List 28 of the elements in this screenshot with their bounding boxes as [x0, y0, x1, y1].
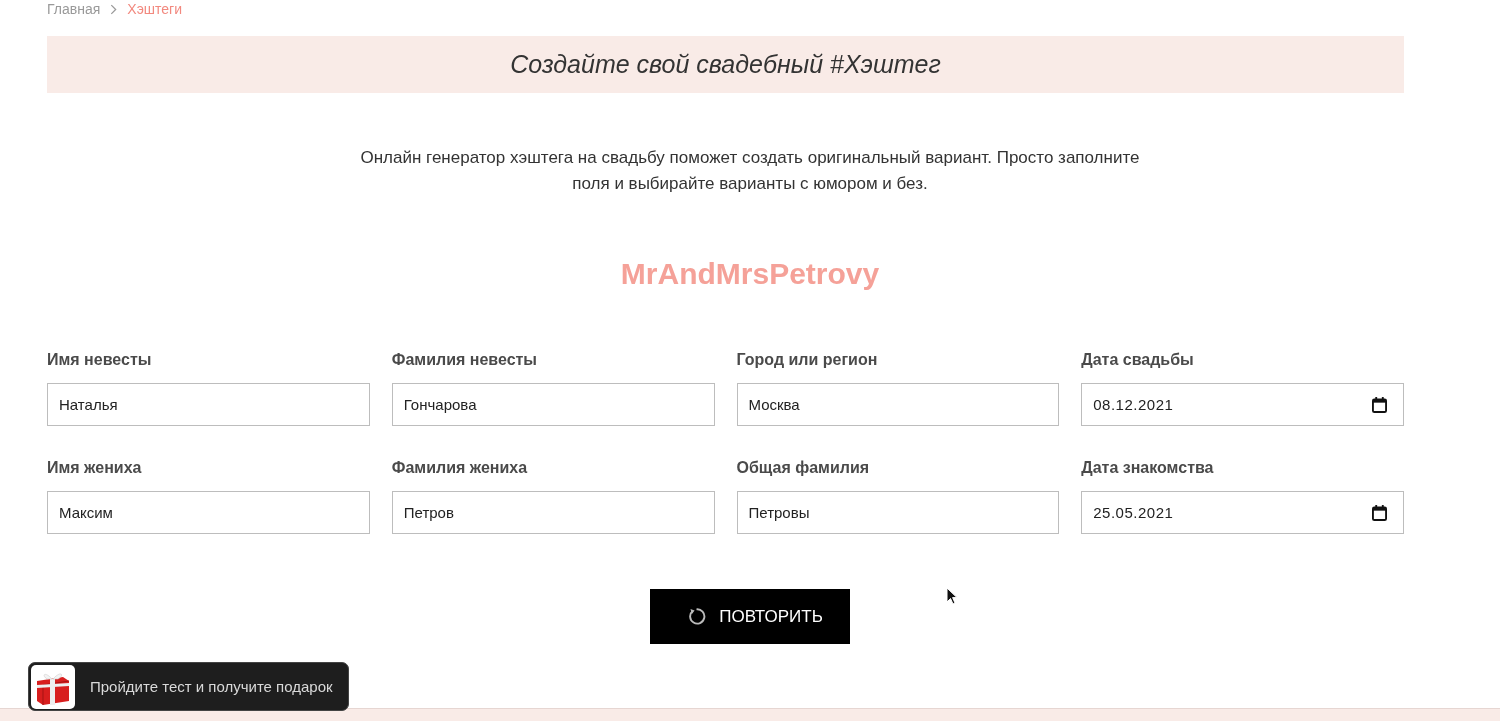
text-input[interactable]: Максим	[47, 491, 370, 534]
chevron-icon	[110, 3, 118, 15]
date-input[interactable]: 08.12.2021	[1081, 383, 1404, 426]
field-label: Фамилия невесты	[391, 350, 538, 370]
field-label: Фамилия жениха	[391, 458, 528, 478]
generated-hashtag: MrAndMrsPetrovy	[620, 256, 880, 292]
calendar-icon[interactable]	[1372, 396, 1387, 413]
text-input[interactable]: Гончарова	[391, 383, 715, 426]
title-banner: Создайте свой свадебный #Хэштег	[47, 36, 1404, 93]
refresh-icon	[687, 607, 707, 626]
date-input[interactable]: 25.05.2021	[1081, 491, 1404, 534]
field-label: Дата свадьбы	[1081, 350, 1194, 370]
text-input[interactable]: Петров	[391, 491, 715, 534]
field-label: Общая фамилия	[736, 458, 870, 478]
promo-popup[interactable]: Пройдите тест и получите подарок	[28, 662, 349, 711]
mouse-cursor-icon	[946, 587, 958, 605]
field-label: Дата знакомства	[1081, 458, 1214, 478]
gift-icon	[31, 664, 75, 709]
field-label: Имя жениха	[47, 458, 142, 478]
promo-text: Пройдите тест и получите подарок	[90, 678, 333, 695]
text-input[interactable]: Москва	[736, 383, 1060, 426]
text-input[interactable]: Наталья	[47, 383, 370, 426]
repeat-button[interactable]: ПОВТОРИТЬ	[650, 589, 850, 644]
calendar-icon[interactable]	[1372, 504, 1387, 521]
text-input[interactable]: Петровы	[736, 491, 1060, 534]
field-label: Город или регион	[736, 350, 878, 370]
field-label: Имя невесты	[47, 350, 152, 370]
intro-text: Онлайн генератор хэштега на свадьбу поможет создать оригинальный вариант. Просто заполните поля и выбирайте варианты с юмором и без.	[359, 147, 1141, 195]
